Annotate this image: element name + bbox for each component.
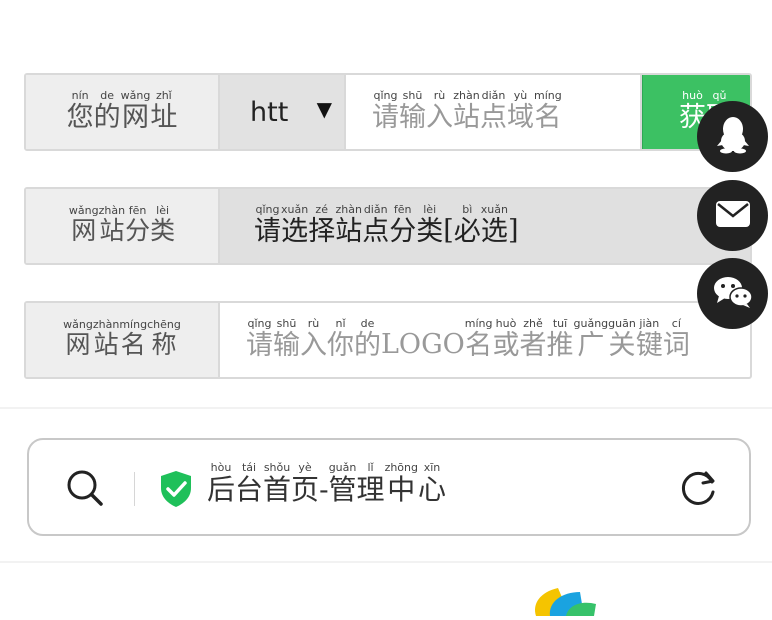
hanzi-char: 点diǎn [480, 89, 507, 133]
category-row: 网wǎng 站zhàn 分fēn 类lèi 请qǐng 选xuǎn 择zé 站zhàn 点di… [24, 187, 752, 265]
hanzi-char: 输shū [273, 317, 300, 361]
protocol-value: htt [250, 96, 289, 128]
hanzi-char: 关guān [608, 317, 636, 361]
mail-icon [715, 200, 751, 232]
search-icon[interactable] [65, 468, 105, 512]
hanzi-char: 或huò [492, 317, 520, 361]
hanzi-char: 站zhàn [98, 204, 126, 245]
shield-check-icon [159, 470, 193, 512]
category-select[interactable]: 请qǐng 选xuǎn 择zé 站zhàn 点diǎn 分fēn 类lèi[ 必bì 选xuǎ… [220, 189, 750, 263]
hanzi-char: 网wǎng [68, 204, 99, 245]
hanzi-char: 选xuǎn [480, 203, 508, 247]
hanzi-char: 名míng [534, 89, 562, 133]
hanzi-char: 择zé [308, 203, 336, 247]
hanzi-char: 你nǐ [327, 317, 354, 361]
separator [134, 472, 135, 506]
section-divider [0, 561, 772, 563]
hanzi-char: 站zhàn [92, 318, 120, 359]
hanzi-char: 词cí [662, 317, 690, 361]
hanzi-char: 名míng [119, 318, 148, 359]
hanzi-char: - [319, 473, 329, 506]
qq-contact-button[interactable] [697, 101, 768, 172]
reload-icon[interactable] [679, 468, 719, 512]
wechat-icon [713, 275, 753, 313]
hanzi-char: 类lèi [416, 203, 444, 247]
hanzi-char: 站zhàn [453, 89, 480, 133]
hanzi-char: 分fēn [389, 203, 417, 247]
hanzi-char: 的de [93, 89, 121, 133]
hanzi-char: 址zhǐ [150, 89, 178, 133]
domain-input[interactable]: 请qǐng 输shū 入rù 站zhàn 点diǎn 域yù 名míng [346, 75, 642, 149]
url-row: 您nín 的de 网wǎng 址zhǐ htt ▼ 请qǐng 输shū 入rù 站zhàn… [24, 73, 752, 151]
hanzi-char: 点diǎn [362, 203, 390, 247]
app-logo-icon [528, 586, 618, 620]
category-label: 网wǎng 站zhàn 分fēn 类lèi [26, 189, 220, 263]
hanzi-char: LOGO [381, 329, 465, 360]
hanzi-char: 站zhàn [335, 203, 363, 247]
qq-penguin-icon [716, 116, 750, 158]
hanzi-char: 必bì [453, 203, 481, 247]
chevron-down-icon: ▼ [316, 97, 332, 121]
hanzi-char: 管guǎn [328, 461, 357, 506]
hanzi-char: 请qǐng [372, 89, 399, 133]
hanzi-char: 输shū [399, 89, 426, 133]
browser-address-bar: 后hòu台tái首shǒu页yè- 管guǎn理lǐ中zhōng心xīn [27, 438, 751, 536]
section-divider [0, 407, 772, 409]
hanzi-char: 后hòu [207, 461, 236, 506]
hanzi-char: 页yè [291, 461, 320, 506]
hanzi-char: 您nín [66, 89, 94, 133]
name-label: 网wǎng 站zhàn 名míng 称chēng [26, 303, 220, 377]
hanzi-char: 理lǐ [356, 461, 385, 506]
hanzi-char: 类lèi [150, 204, 176, 245]
hanzi-char: 分fēn [125, 204, 151, 245]
email-contact-button[interactable] [697, 180, 768, 251]
hanzi-char: 者zhě [519, 317, 547, 361]
hanzi-char: 请qǐng [254, 203, 281, 247]
address-text[interactable]: 后hòu台tái首shǒu页yè- 管guǎn理lǐ中zhōng心xīn [207, 461, 446, 508]
hanzi-char: 广guǎng [573, 317, 609, 361]
name-row: 网wǎng 站zhàn 名míng 称chēng 请qǐng 输shū 入rù 你nǐ 的de… [24, 301, 752, 379]
hanzi-char: 网wǎng [63, 318, 93, 359]
url-label: 您nín 的de 网wǎng 址zhǐ [26, 75, 220, 149]
hanzi-char: 入rù [426, 89, 453, 133]
hanzi-char: 键jiàn [635, 317, 663, 361]
hanzi-char: 称chēng [147, 318, 181, 359]
hanzi-char: 名míng [464, 317, 493, 361]
protocol-select[interactable]: htt ▼ [220, 75, 346, 149]
hanzi-char: 首shǒu [263, 461, 292, 506]
hanzi-char: 台tái [235, 461, 264, 506]
hanzi-char: [ [443, 215, 454, 246]
hanzi-char: 域yù [507, 89, 534, 133]
wechat-contact-button[interactable] [697, 258, 768, 329]
hanzi-char: 推tuī [546, 317, 574, 361]
hanzi-char: 请qǐng [246, 317, 273, 361]
hanzi-char: 选xuǎn [281, 203, 309, 247]
hanzi-char: 心xīn [417, 461, 446, 506]
hanzi-char: 中zhōng [384, 461, 418, 506]
hanzi-char: ] [507, 215, 519, 246]
hanzi-char: 网wǎng [120, 89, 151, 133]
site-name-input[interactable]: 请qǐng 输shū 入rù 你nǐ 的de LOGO 名míng 或huò 者zhě 推tuī… [220, 303, 750, 377]
hanzi-char: 入rù [300, 317, 327, 361]
hanzi-char: 的de [354, 317, 381, 361]
